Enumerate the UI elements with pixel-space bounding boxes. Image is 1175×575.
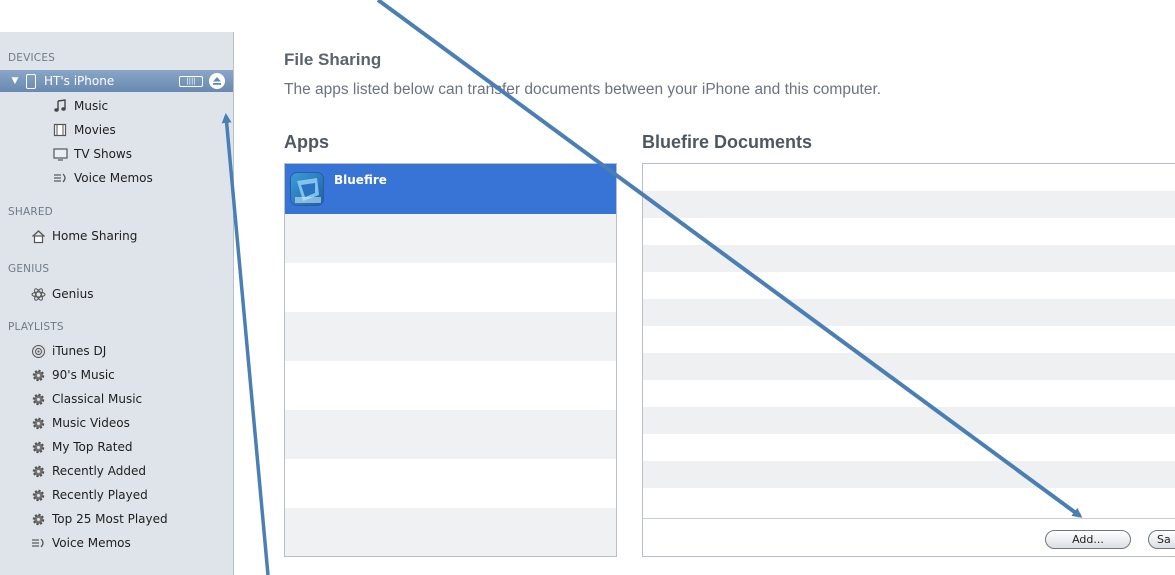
sidebar-item-label: 90's Music [52, 368, 115, 382]
sidebar-item-label: Recently Added [52, 464, 146, 478]
film-icon [52, 122, 68, 138]
list-item [643, 245, 1175, 272]
add-button[interactable]: Add... [1045, 530, 1131, 549]
list-item [643, 326, 1175, 353]
sidebar-item-label: Recently Played [52, 488, 148, 502]
list-item [285, 508, 616, 556]
sidebar-item-music[interactable]: Music [0, 94, 233, 118]
devices-header: DEVICES [8, 52, 56, 64]
battery-icon: |||| [179, 75, 203, 87]
documents-list[interactable]: Add... Sa [642, 163, 1175, 557]
gear-icon [30, 391, 46, 407]
list-item [643, 407, 1175, 434]
list-item [643, 434, 1175, 461]
list-item [643, 380, 1175, 407]
documents-toolbar: Add... Sa [643, 518, 1175, 556]
gear-icon [30, 463, 46, 479]
list-item [285, 361, 616, 410]
music-note-icon [52, 98, 68, 114]
list-item [643, 353, 1175, 380]
playlists-header: PLAYLISTS [8, 321, 64, 333]
eject-icon[interactable] [209, 73, 225, 89]
sidebar-item-itunes-dj[interactable]: iTunes DJ [0, 339, 233, 363]
sidebar-item-genius[interactable]: Genius [0, 282, 233, 306]
tv-icon [52, 146, 68, 162]
sidebar-item-label: Voice Memos [52, 536, 131, 550]
genius-header: GENIUS [8, 263, 50, 275]
sidebar-item-label: TV Shows [74, 147, 132, 161]
list-item [643, 164, 1175, 191]
sidebar-item-label: iTunes DJ [52, 344, 107, 358]
sidebar-item-label: Classical Music [52, 392, 143, 406]
sidebar-item-tv-shows[interactable]: TV Shows [0, 142, 233, 166]
gear-icon [30, 439, 46, 455]
sidebar-item-label: Voice Memos [74, 171, 153, 185]
sidebar-item-movies[interactable]: Movies [0, 118, 233, 142]
gear-icon [30, 415, 46, 431]
dj-icon [30, 343, 46, 359]
list-item [643, 218, 1175, 245]
sidebar-item-label: Music Videos [52, 416, 130, 430]
apps-list[interactable]: Bluefire [284, 163, 617, 557]
gear-icon [30, 367, 46, 383]
sidebar-item-label: Genius [52, 287, 94, 301]
sidebar-item-home-sharing[interactable]: Home Sharing [0, 224, 233, 248]
home-icon [30, 228, 46, 244]
sidebar-item-music-videos[interactable]: Music Videos [0, 411, 233, 435]
sidebar: DEVICES ▼ HT's iPhone |||| Music Movies … [0, 32, 234, 575]
sidebar-item-voice-memos-playlist[interactable]: Voice Memos [0, 531, 233, 555]
shared-header: SHARED [8, 206, 53, 218]
list-item [643, 461, 1175, 488]
list-item [643, 191, 1175, 218]
file-sharing-description: The apps listed below can transfer docum… [284, 81, 882, 98]
sidebar-item-top-25-most-played[interactable]: Top 25 Most Played [0, 507, 233, 531]
list-item [643, 299, 1175, 326]
app-name: Bluefire [334, 173, 387, 187]
sidebar-item-label: Home Sharing [52, 229, 138, 243]
sidebar-item-voice-memos[interactable]: Voice Memos [0, 166, 233, 190]
list-item [285, 214, 616, 263]
apps-title: Apps [284, 132, 329, 152]
save-to-button[interactable]: Sa [1148, 530, 1175, 549]
voice-memo-icon [30, 535, 46, 551]
list-item [285, 263, 616, 312]
sidebar-item-label: Music [74, 99, 109, 113]
device-name: HT's iPhone [44, 74, 115, 88]
sidebar-item-classical-music[interactable]: Classical Music [0, 387, 233, 411]
sidebar-item-label: Top 25 Most Played [52, 512, 168, 526]
voice-memo-icon [52, 170, 68, 186]
list-item [285, 410, 616, 459]
sidebar-item-recently-added[interactable]: Recently Added [0, 459, 233, 483]
device-row-iphone[interactable]: ▼ HT's iPhone |||| [0, 70, 233, 92]
list-item [285, 312, 616, 361]
sidebar-item-label: Movies [74, 123, 116, 137]
disclosure-triangle-icon[interactable]: ▼ [6, 76, 24, 86]
sidebar-item-90s-music[interactable]: 90's Music [0, 363, 233, 387]
sidebar-item-my-top-rated[interactable]: My Top Rated [0, 435, 233, 459]
app-row-bluefire[interactable]: Bluefire [285, 164, 616, 214]
list-item [643, 488, 1175, 515]
gear-icon [30, 511, 46, 527]
sidebar-item-recently-played[interactable]: Recently Played [0, 483, 233, 507]
sidebar-item-label: My Top Rated [52, 440, 133, 454]
list-item [643, 272, 1175, 299]
documents-title: Bluefire Documents [642, 132, 813, 152]
genius-icon [30, 286, 46, 302]
file-sharing-title: File Sharing [284, 50, 382, 69]
iphone-icon [26, 73, 36, 89]
bluefire-app-icon [290, 172, 324, 206]
gear-icon [30, 487, 46, 503]
list-item [285, 459, 616, 508]
